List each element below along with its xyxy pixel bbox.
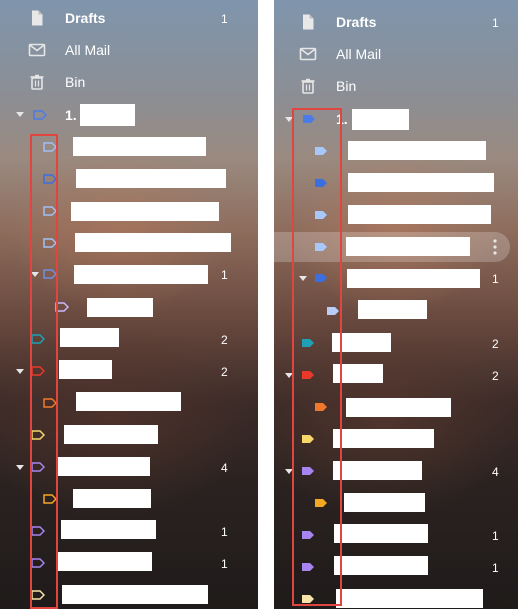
unread-count: 1 bbox=[492, 16, 499, 30]
unread-count: 1 bbox=[492, 561, 499, 575]
sidebar-item-label: All Mail bbox=[65, 42, 111, 58]
unread-count: 1 bbox=[221, 557, 228, 571]
unread-count: 1 bbox=[221, 12, 228, 26]
redacted-label-name bbox=[348, 141, 486, 160]
redacted-label-name bbox=[76, 392, 181, 411]
redacted-label-name bbox=[344, 493, 425, 512]
redacted-label-name bbox=[73, 137, 206, 156]
redacted-label-name bbox=[59, 360, 112, 379]
sidebar-item-label: Bin bbox=[65, 74, 86, 90]
unread-count: 1 bbox=[221, 525, 228, 539]
unread-count: 1 bbox=[221, 268, 228, 282]
redacted-label-name bbox=[71, 202, 219, 221]
sidebar-item-label: Drafts bbox=[336, 14, 377, 30]
unread-count: 1 bbox=[492, 272, 499, 286]
redacted-label-name bbox=[87, 298, 153, 317]
redacted-label-name bbox=[61, 520, 156, 539]
redacted-label-name bbox=[333, 429, 434, 448]
redacted-label-name bbox=[80, 104, 135, 126]
caret-down-icon[interactable] bbox=[16, 465, 24, 470]
redacted-label-name bbox=[73, 489, 151, 508]
redacted-label-name bbox=[348, 173, 494, 192]
redacted-label-name bbox=[358, 300, 427, 319]
trash-icon bbox=[301, 78, 315, 94]
redacted-label-name bbox=[348, 205, 491, 224]
unread-count: 2 bbox=[492, 369, 499, 383]
redacted-label-name bbox=[58, 552, 152, 571]
label-sidebar-before: Drafts 1 All Mail Bin 1. 1 2 2 4 1 1 bbox=[0, 0, 258, 609]
redacted-label-name bbox=[333, 461, 422, 480]
unread-count: 1 bbox=[492, 529, 499, 543]
caret-down-icon[interactable] bbox=[16, 369, 24, 374]
unread-count: 2 bbox=[492, 337, 499, 351]
sidebar-item-label: Bin bbox=[336, 78, 357, 94]
envelope-icon bbox=[299, 47, 317, 61]
unread-count: 4 bbox=[492, 465, 499, 479]
redacted-label-name bbox=[75, 233, 231, 252]
redacted-label-name bbox=[60, 328, 119, 347]
sidebar-item-label: All Mail bbox=[336, 46, 382, 62]
redacted-label-name bbox=[62, 585, 208, 604]
annotation-highlight-box bbox=[292, 108, 342, 606]
label-tag-icon bbox=[33, 110, 47, 120]
trash-icon bbox=[30, 74, 44, 90]
unread-count: 2 bbox=[221, 333, 228, 347]
redacted-label-name bbox=[74, 265, 208, 284]
label-sidebar-after: Drafts 1 All Mail Bin 1. 1 2 2 4 1 1 bbox=[274, 0, 518, 609]
redacted-label-name bbox=[58, 457, 150, 476]
sidebar-item-label: Drafts bbox=[65, 10, 106, 26]
annotation-highlight-box bbox=[30, 134, 58, 609]
redacted-label-name bbox=[346, 237, 470, 256]
draft-file-icon bbox=[32, 10, 43, 26]
envelope-icon bbox=[28, 43, 46, 57]
more-vertical-icon[interactable] bbox=[493, 239, 497, 255]
draft-file-icon bbox=[303, 14, 314, 30]
unread-count: 4 bbox=[221, 461, 228, 475]
redacted-label-name bbox=[64, 425, 158, 444]
redacted-label-name bbox=[336, 589, 483, 608]
unread-count: 2 bbox=[221, 365, 228, 379]
redacted-label-name bbox=[334, 524, 428, 543]
redacted-label-name bbox=[334, 556, 428, 575]
redacted-label-name bbox=[346, 398, 451, 417]
redacted-label-name bbox=[76, 169, 226, 188]
label-name-prefix: 1. bbox=[65, 107, 77, 123]
redacted-label-name bbox=[347, 269, 480, 288]
redacted-label-name bbox=[352, 109, 409, 130]
caret-down-icon[interactable] bbox=[16, 112, 24, 117]
